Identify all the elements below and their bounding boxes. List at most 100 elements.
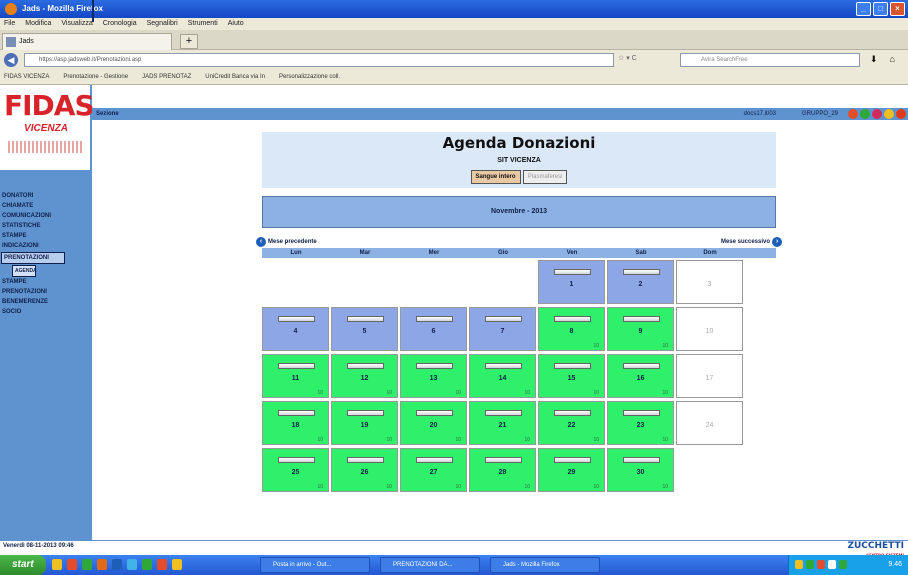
calendar-day-cell[interactable]: 14 10	[469, 354, 536, 398]
calendar-day-cell[interactable]: 15 10	[538, 354, 605, 398]
menu-item-2[interactable]: Visualizza	[61, 18, 92, 30]
slot-bar	[554, 316, 591, 322]
bookmark-item[interactable]: FIDAS VICENZA	[4, 70, 49, 84]
calendar-day-cell[interactable]: 6	[400, 307, 467, 351]
calendar-day-cell[interactable]: 20 10	[400, 401, 467, 445]
calendar-day-cell[interactable]: 7	[469, 307, 536, 351]
calendar-day-cell[interactable]: 5	[331, 307, 398, 351]
whole-blood-button[interactable]: Sangue intero	[470, 170, 521, 184]
tray-icon[interactable]	[795, 560, 803, 569]
calendar-day-cell[interactable]: 30 10	[607, 448, 674, 492]
calendar-day-cell[interactable]: 16 10	[607, 354, 674, 398]
calendar-day-cell[interactable]: 29 10	[538, 448, 605, 492]
bookmarks-bar: FIDAS VICENZA Prenotazione - Gestione JADS…	[0, 70, 908, 85]
browser-tab[interactable]: Jads	[2, 33, 172, 50]
sidebar-item-socio[interactable]: SOCIO	[0, 307, 92, 317]
sidebar-item-statistiche[interactable]: STATISTICHE	[0, 221, 92, 231]
sidebar-item-donatori[interactable]: DONATORI	[0, 191, 92, 201]
calendar-day-cell[interactable]: 8 10	[538, 307, 605, 351]
ie-icon[interactable]	[112, 559, 122, 570]
calendar-day-cell[interactable]: 21 10	[469, 401, 536, 445]
sidebar-item-comunicazioni[interactable]: COMUNICAZIONI	[0, 211, 92, 221]
taskbar-item[interactable]: PRENOTAZIONI DA...	[380, 557, 480, 573]
menu-item-0[interactable]: File	[4, 18, 15, 30]
exit-icon[interactable]	[896, 109, 906, 119]
search-input[interactable]: Avira SearchFree	[680, 53, 860, 67]
calendar-day-cell[interactable]: 23 10	[607, 401, 674, 445]
minimize-icon[interactable]: _	[856, 2, 871, 16]
main-content: Agenda Donazioni SIT VICENZA Sangue inte…	[92, 120, 908, 540]
app-icon[interactable]	[172, 559, 182, 570]
sidebar-item-benemerenze[interactable]: BENEMERENZE	[0, 297, 92, 307]
previous-month-link[interactable]: ‹ Mese precedente	[256, 236, 317, 248]
logo-subtitle: VICENZA	[24, 123, 68, 134]
new-tab-button[interactable]: +	[180, 34, 198, 49]
calendar-day-cell[interactable]: 12 10	[331, 354, 398, 398]
calendar-day-cell[interactable]: 13 10	[400, 354, 467, 398]
calendar-day-cell[interactable]: 22 10	[538, 401, 605, 445]
sidebar-item-stampe[interactable]: STAMPE	[0, 277, 92, 287]
star-refresh-icons[interactable]: ☆ ▾ C	[618, 54, 637, 62]
calendar-day-cell[interactable]: 11 10	[262, 354, 329, 398]
sidebar-item-chiamate[interactable]: CHIAMATE	[0, 201, 92, 211]
taskbar-item[interactable]: Posta in arrivo - Out...	[260, 557, 370, 573]
firefox-icon[interactable]	[67, 559, 77, 570]
day-number: 22	[567, 422, 576, 429]
calendar-day-cell[interactable]: 28 10	[469, 448, 536, 492]
excel-icon[interactable]	[142, 559, 152, 570]
bookmark-item[interactable]: UniCredit Banca via In	[205, 70, 265, 84]
sidebar-item-prenotazioni[interactable]: PRENOTAZIONI	[0, 287, 92, 297]
sidebar-item-agenda[interactable]: AGENDA	[12, 265, 37, 277]
day-number: 6	[431, 328, 436, 335]
tray-icon[interactable]	[817, 560, 825, 569]
calendar-day-cell[interactable]: 1	[538, 260, 605, 304]
app-icon[interactable]	[157, 559, 167, 570]
next-month-link[interactable]: Mese successivo ›	[721, 236, 782, 248]
calendar-day-cell[interactable]: 18 10	[262, 401, 329, 445]
bookmark-item[interactable]: Prenotazione - Gestione	[63, 70, 128, 84]
menu-item-6[interactable]: Aiuto	[228, 18, 244, 30]
taskbar-item[interactable]: Jads - Mozilla Firefox	[490, 557, 600, 573]
calendar-day-cell[interactable]: 9 10	[607, 307, 674, 351]
calendar-day-cell[interactable]: 4	[262, 307, 329, 351]
folder-icon[interactable]	[52, 559, 62, 570]
download-icon[interactable]: ⬇	[870, 54, 878, 65]
bookmark-item[interactable]: JADS PRENOTAZ	[142, 70, 191, 84]
settings-icon[interactable]	[884, 109, 894, 119]
arrow-right-icon: ›	[772, 237, 782, 247]
calendar-day-cell[interactable]: 2	[607, 260, 674, 304]
sidebar-item-indicazioni[interactable]: INDICAZIONI	[0, 241, 92, 251]
menu-item-4[interactable]: Segnalibri	[147, 18, 178, 30]
menu-item-3[interactable]: Cronologia	[103, 18, 137, 30]
calendar-day-cell[interactable]: 25 10	[262, 448, 329, 492]
home-icon[interactable]: ⌂	[890, 54, 895, 65]
bookmark-item[interactable]: Personalizzazione coll.	[279, 70, 340, 84]
help-icon[interactable]	[872, 109, 882, 119]
weekday-header-row: Lun Mar Mer Gio Ven Sab Dom	[262, 248, 776, 258]
tray-icon[interactable]	[806, 560, 814, 569]
back-arrow-icon[interactable]: ◀	[4, 53, 18, 67]
plasmapheresis-button[interactable]: Plasmaferesi	[522, 170, 568, 184]
calendar-day-cell[interactable]: 27 10	[400, 448, 467, 492]
day-number: 25	[291, 469, 300, 476]
app-icon[interactable]	[82, 559, 92, 570]
app-icon[interactable]	[97, 559, 107, 570]
maximize-icon[interactable]: □	[873, 2, 888, 16]
slot-bar	[416, 363, 453, 369]
calendar-day-cell[interactable]: 26 10	[331, 448, 398, 492]
start-button[interactable]: start	[0, 555, 46, 575]
weekday-header: Sab	[635, 250, 647, 256]
menu-item-1[interactable]: Modifica	[25, 18, 51, 30]
app-icon[interactable]	[127, 559, 137, 570]
sidebar-item-prenotazioni[interactable]: PRENOTAZIONI	[1, 252, 65, 264]
calendar-day-cell: 3	[676, 260, 743, 304]
calendar-day-cell[interactable]: 19 10	[331, 401, 398, 445]
menu-item-5[interactable]: Strumenti	[188, 18, 218, 30]
home-icon[interactable]	[848, 109, 858, 119]
tray-icon[interactable]	[828, 560, 836, 569]
tray-icon[interactable]	[839, 560, 847, 569]
address-bar[interactable]: https://asp.jadsweb.it/Prenotazioni.asp	[24, 53, 614, 67]
sidebar-item-stampe[interactable]: STAMPE	[0, 231, 92, 241]
close-icon[interactable]: ×	[890, 2, 905, 16]
refresh-icon[interactable]	[860, 109, 870, 119]
